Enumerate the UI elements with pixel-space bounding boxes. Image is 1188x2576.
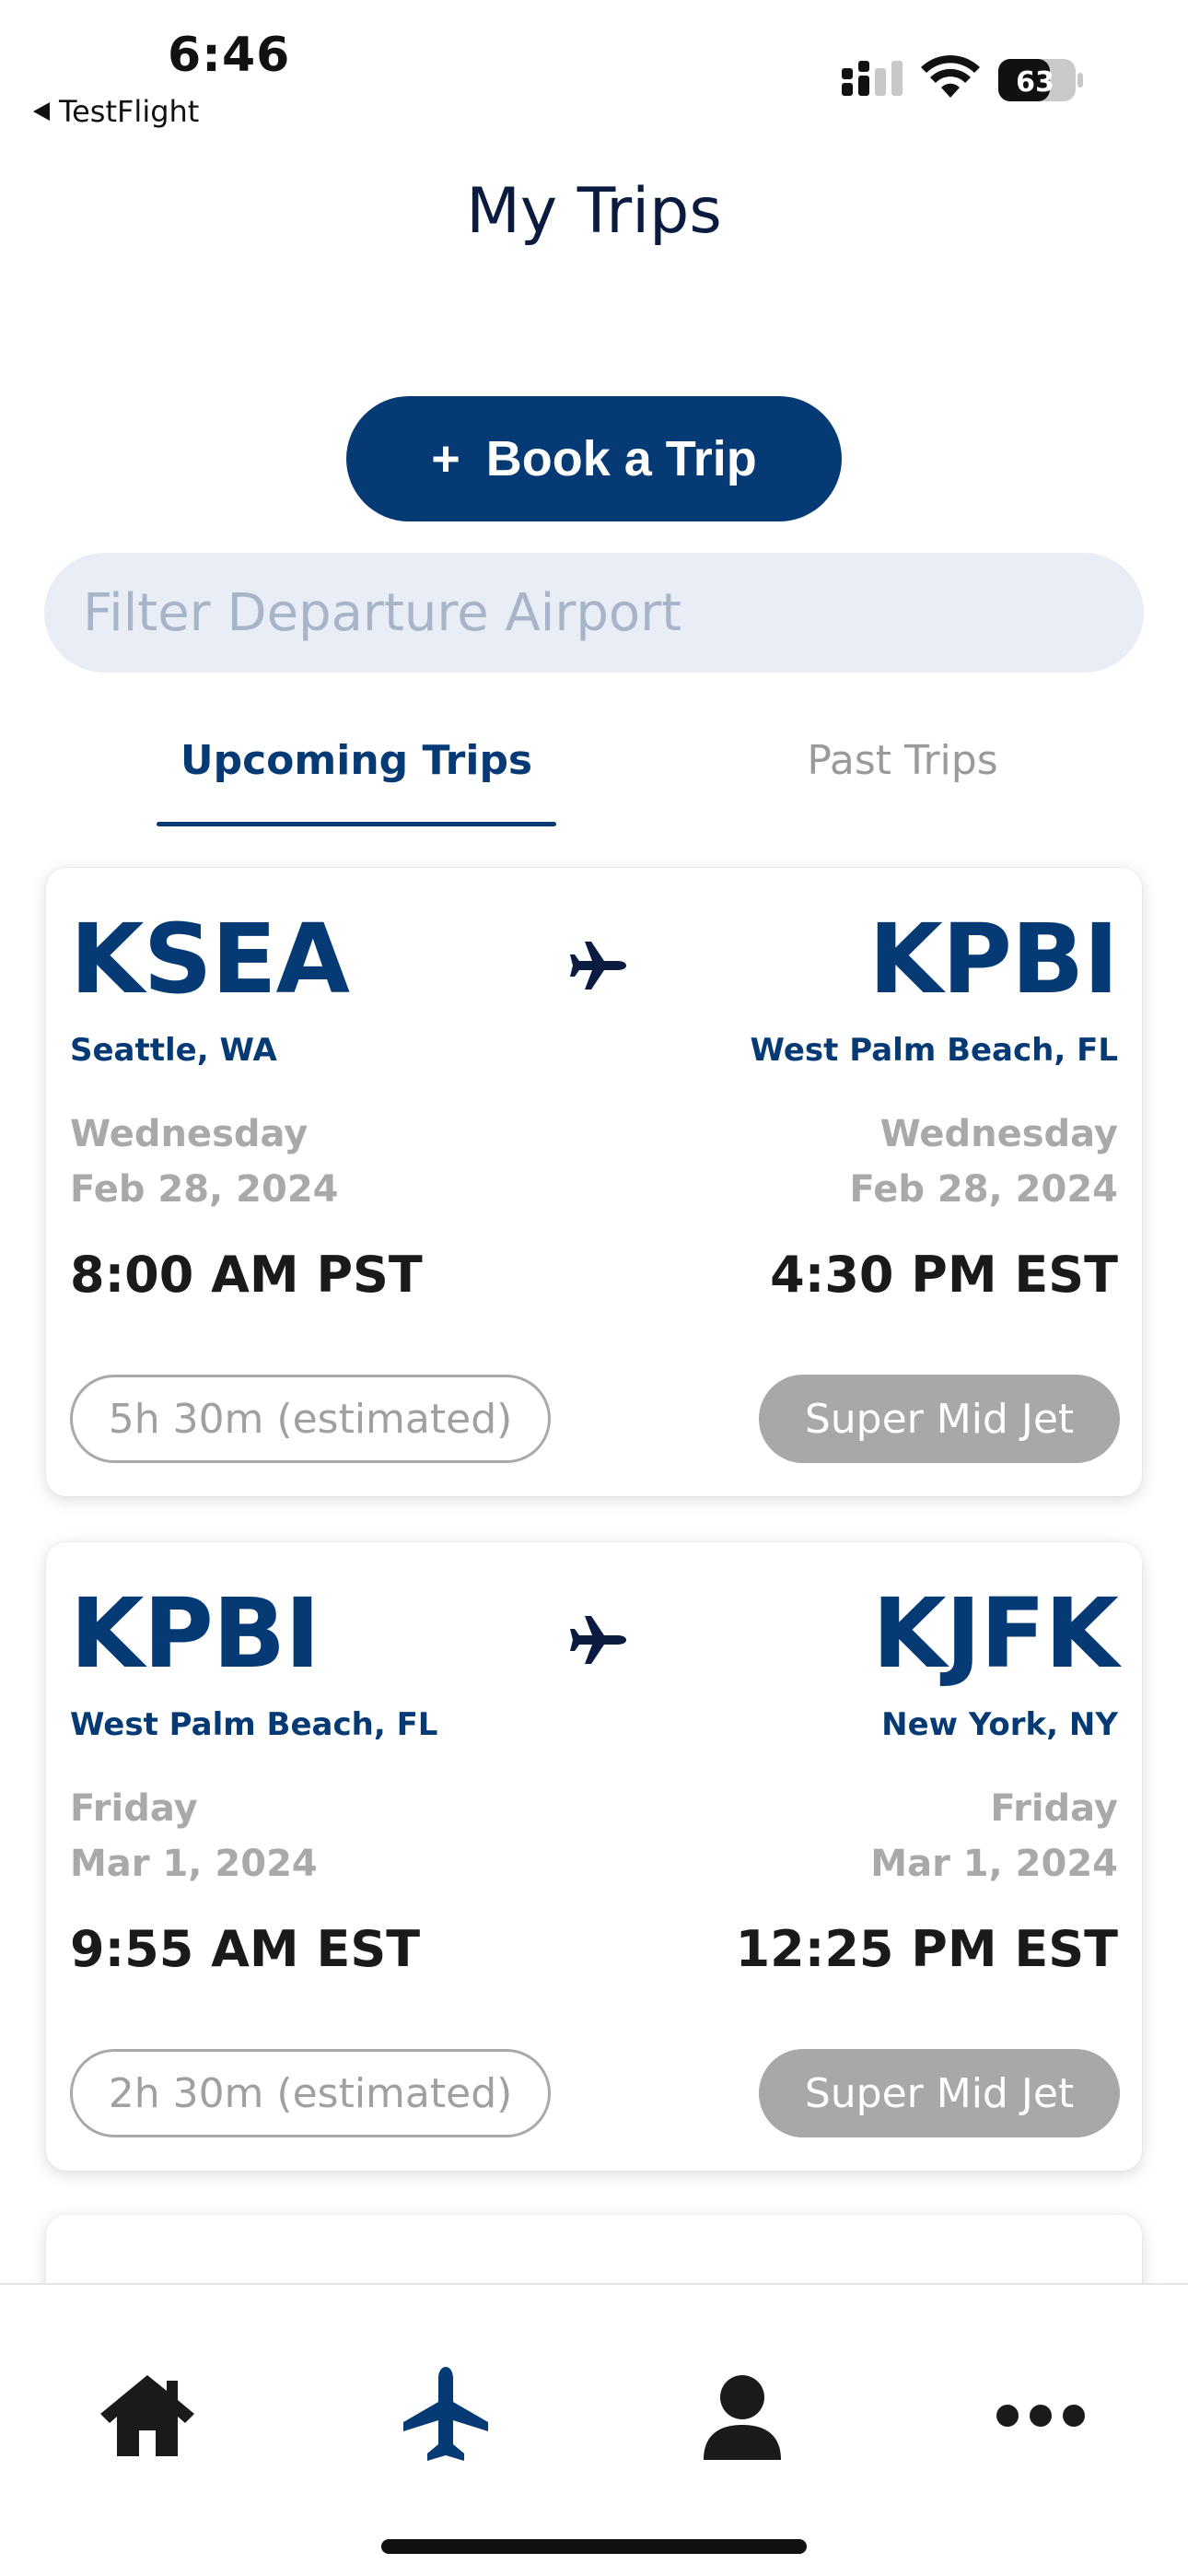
aircraft-type-badge: Super Mid Jet bbox=[759, 1375, 1120, 1463]
tab-past-trips[interactable]: Past Trips bbox=[718, 737, 1087, 784]
active-tab-indicator bbox=[157, 822, 556, 826]
status-bar: 6:46 TestFlight 63 bbox=[0, 0, 1188, 138]
battery-icon: 63 bbox=[998, 59, 1083, 101]
nav-more-button[interactable] bbox=[985, 2360, 1096, 2471]
departure-airport-code: KSEA bbox=[70, 903, 350, 1015]
filter-departure-airport-input[interactable] bbox=[83, 582, 1144, 643]
back-label: TestFlight bbox=[59, 94, 200, 129]
airplane-icon bbox=[570, 942, 626, 989]
arrival-airport-code: KJFK bbox=[872, 1577, 1119, 1690]
back-caret-icon bbox=[33, 102, 50, 121]
home-indicator[interactable] bbox=[381, 2539, 807, 2554]
departure-day: Friday bbox=[70, 1787, 198, 1830]
trip-card[interactable]: KSEA KPBI Seattle, WA West Palm Beach, F… bbox=[46, 868, 1142, 1496]
arrival-city: West Palm Beach, FL bbox=[750, 1032, 1118, 1069]
departure-time: 9:55 AM EST bbox=[70, 1920, 421, 1978]
departure-airport-code: KPBI bbox=[70, 1577, 320, 1690]
book-a-trip-label: Book a Trip bbox=[485, 431, 757, 486]
arrival-city: New York, NY bbox=[881, 1706, 1118, 1743]
home-icon bbox=[100, 2375, 194, 2456]
airplane-icon bbox=[403, 2367, 488, 2461]
airplane-icon bbox=[570, 1616, 626, 1664]
plus-icon: + bbox=[431, 431, 460, 486]
departure-city: Seattle, WA bbox=[70, 1032, 277, 1069]
departure-day: Wednesday bbox=[70, 1113, 309, 1155]
arrival-time: 12:25 PM EST bbox=[735, 1920, 1118, 1978]
book-a-trip-button[interactable]: + Book a Trip bbox=[346, 396, 842, 521]
cellular-signal-icon bbox=[842, 61, 903, 96]
bottom-nav-bar bbox=[0, 2283, 1188, 2576]
more-icon bbox=[996, 2405, 1085, 2427]
flight-duration-badge: 2h 30m (estimated) bbox=[70, 2049, 551, 2137]
user-icon bbox=[704, 2375, 781, 2460]
trip-card[interactable]: KPBI KJFK West Palm Beach, FL New York, … bbox=[46, 1542, 1142, 2171]
flight-duration-badge: 5h 30m (estimated) bbox=[70, 1375, 551, 1463]
status-time: 6:46 bbox=[168, 28, 291, 83]
departure-date: Mar 1, 2024 bbox=[70, 1843, 318, 1885]
arrival-day: Wednesday bbox=[879, 1113, 1118, 1155]
arrival-time: 4:30 PM EST bbox=[770, 1246, 1118, 1304]
departure-time: 8:00 AM PST bbox=[70, 1246, 423, 1304]
arrival-day: Friday bbox=[990, 1787, 1118, 1830]
aircraft-type-badge: Super Mid Jet bbox=[759, 2049, 1120, 2137]
arrival-airport-code: KPBI bbox=[868, 903, 1119, 1015]
trip-tabs: Upcoming Trips Past Trips bbox=[0, 719, 1188, 829]
tab-upcoming-trips[interactable]: Upcoming Trips bbox=[157, 737, 556, 784]
arrival-date: Feb 28, 2024 bbox=[849, 1168, 1118, 1211]
nav-home-button[interactable] bbox=[92, 2360, 203, 2471]
departure-city: West Palm Beach, FL bbox=[70, 1706, 438, 1743]
departure-date: Feb 28, 2024 bbox=[70, 1168, 339, 1211]
wifi-icon bbox=[921, 55, 980, 98]
battery-level: 63 bbox=[1016, 66, 1054, 99]
page-title: My Trips bbox=[466, 175, 722, 248]
filter-departure-airport-field[interactable] bbox=[44, 553, 1144, 673]
arrival-date: Mar 1, 2024 bbox=[870, 1843, 1118, 1885]
nav-trips-button[interactable] bbox=[390, 2360, 501, 2471]
nav-profile-button[interactable] bbox=[687, 2360, 798, 2471]
back-to-testflight-link[interactable]: TestFlight bbox=[33, 94, 199, 129]
